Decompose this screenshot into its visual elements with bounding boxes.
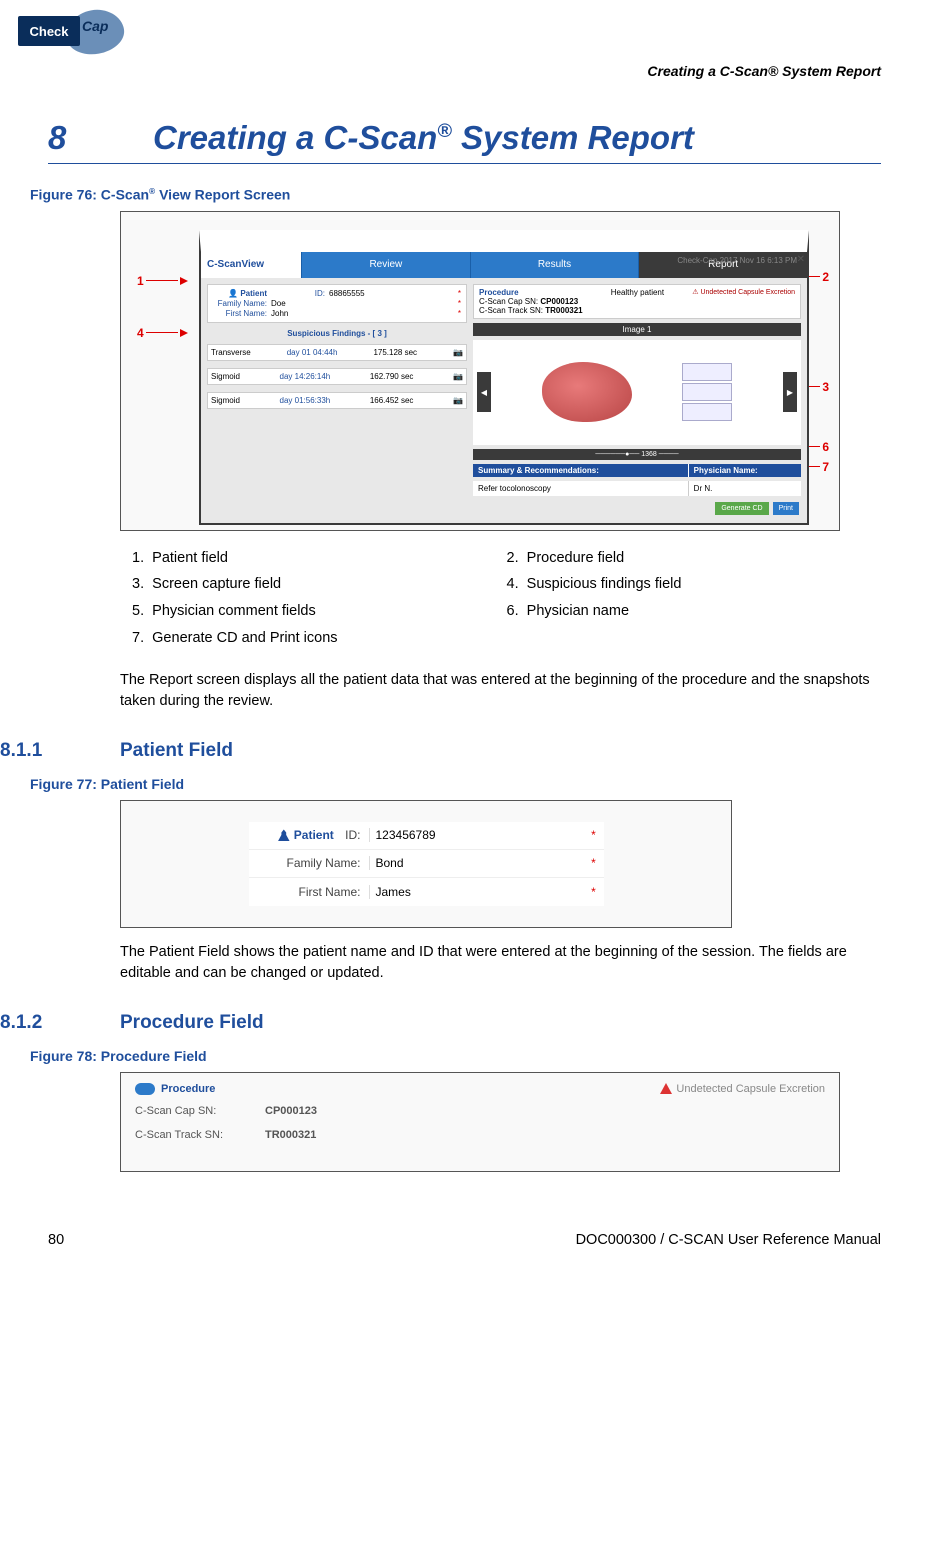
track-sn-label: C-Scan Track SN: xyxy=(135,1129,265,1141)
patient-id-field[interactable]: 68865555 xyxy=(329,289,454,298)
tab-review[interactable]: Review xyxy=(301,252,470,278)
page-number: 80 xyxy=(48,1232,64,1248)
callout-4: 4 xyxy=(137,326,188,340)
thumbnail[interactable] xyxy=(682,383,732,401)
report-screen-mock: Check-Cap 2017 Nov 16 6:13 PM ✕ C-ScanVi… xyxy=(199,230,809,525)
legend-item: 6. Physician name xyxy=(507,598,882,625)
summary-field[interactable]: Refer tocolonoscopy xyxy=(473,481,688,496)
capsule-icon xyxy=(135,1083,155,1095)
physician-name-field[interactable]: Dr N. xyxy=(688,481,801,496)
figure-78-caption: Figure 78: Procedure Field xyxy=(30,1048,881,1064)
figure-76-caption: Figure 76: C-Scan® View Report Screen xyxy=(30,186,881,203)
required-star: * xyxy=(584,828,604,842)
patient-card: 👤 PatientID:68865555* Family Name:Doe* F… xyxy=(207,284,467,323)
image-viewer: ◀ ▶ xyxy=(473,340,801,445)
cap-sn-label: C-Scan Cap SN: xyxy=(135,1105,265,1117)
print-button[interactable]: Print xyxy=(773,502,799,515)
patient-header: Patient ID: xyxy=(249,828,369,842)
figure-77: Patient ID:123456789* Family Name:Bond* … xyxy=(120,800,732,928)
chapter-text: Creating a C-Scan® System Report xyxy=(153,119,694,157)
first-name-input[interactable]: James xyxy=(369,885,584,899)
finding-row[interactable]: Transverseday 01 04:44h175.128 sec📷 xyxy=(207,344,467,361)
suspicious-findings-header: Suspicious Findings - [ 3 ] xyxy=(207,329,467,338)
procedure-header: Procedure xyxy=(135,1083,317,1095)
summary-body: Refer tocolonoscopyDr N. xyxy=(473,481,801,496)
legend-item: 3. Screen capture field xyxy=(132,571,507,598)
section-8-1-1-heading: 8.1.1Patient Field xyxy=(0,740,881,762)
section-8-1-2-heading: 8.1.2Procedure Field xyxy=(0,1012,881,1034)
timestamp: Check-Cap 2017 Nov 16 6:13 PM xyxy=(677,256,797,265)
chapter-title: 8 Creating a C-Scan® System Report xyxy=(48,119,881,164)
paragraph-1: The Report screen displays all the patie… xyxy=(120,670,881,712)
close-icon[interactable]: ✕ xyxy=(797,254,805,265)
capture-icon[interactable]: 📷 xyxy=(453,348,463,357)
logo-cap: Cap xyxy=(82,18,108,34)
brand-label: C-ScanView xyxy=(201,252,301,278)
family-name-field[interactable]: Doe xyxy=(271,299,454,308)
generate-cd-button[interactable]: Generate CD xyxy=(715,502,768,515)
legend-item: 7. Generate CD and Print icons xyxy=(132,625,507,652)
cap-sn-value: CP000123 xyxy=(265,1105,317,1117)
logo: Check Cap xyxy=(18,10,881,59)
first-name-label: First Name: xyxy=(249,885,369,899)
figure-78: Procedure C-Scan Cap SN:CP000123 C-Scan … xyxy=(120,1072,840,1172)
figure-76: 1 4 2 3 6 7 5 Check-Cap 2017 Nov 16 6:13… xyxy=(120,211,840,531)
required-star: * xyxy=(584,856,604,870)
patient-header: 👤 Patient xyxy=(213,289,267,298)
procedure-note: Healthy patient xyxy=(611,288,664,315)
person-icon xyxy=(278,829,290,841)
warning-box: Undetected Capsule Excretion xyxy=(660,1083,825,1095)
running-header: Creating a C-Scan® System Report xyxy=(48,63,881,79)
track-sn-value: TR000321 xyxy=(265,1129,316,1141)
capture-icon[interactable]: 📷 xyxy=(453,396,463,405)
finding-row[interactable]: Sigmoidday 14:26:14h162.790 sec📷 xyxy=(207,368,467,385)
doc-id: DOC000300 / C-SCAN User Reference Manual xyxy=(576,1232,881,1248)
legend-item: 4. Suspicious findings field xyxy=(507,571,882,598)
patient-id-input[interactable]: 123456789 xyxy=(369,828,584,842)
procedure-header: Procedure xyxy=(479,288,583,297)
paragraph-2: The Patient Field shows the patient name… xyxy=(120,942,881,984)
next-image-button[interactable]: ▶ xyxy=(783,372,797,412)
capture-icon[interactable]: 📷 xyxy=(453,372,463,381)
logo-check: Check xyxy=(18,16,80,46)
family-name-label: Family Name: xyxy=(249,856,369,870)
slider-bar[interactable]: ──────●── 1368 ──── xyxy=(473,449,801,460)
thumbnail[interactable] xyxy=(682,363,732,381)
callout-1: 1 xyxy=(137,274,188,288)
chapter-number: 8 xyxy=(48,119,153,157)
family-name-input[interactable]: Bond xyxy=(369,856,584,870)
required-star: * xyxy=(584,885,604,899)
first-name-field[interactable]: John xyxy=(271,309,454,318)
image-header: Image 1 xyxy=(473,323,801,336)
finding-row[interactable]: Sigmoidday 01:56:33h166.452 sec📷 xyxy=(207,392,467,409)
warning-icon xyxy=(660,1083,672,1094)
thumbnail[interactable] xyxy=(682,403,732,421)
legend-item: 5. Physician comment fields xyxy=(132,598,507,625)
figure-77-caption: Figure 77: Patient Field xyxy=(30,776,881,792)
legend-item: 1. Patient field xyxy=(132,545,507,572)
page-footer: 80 DOC000300 / C-SCAN User Reference Man… xyxy=(48,1232,881,1248)
prev-image-button[interactable]: ◀ xyxy=(477,372,491,412)
warning-label: ⚠ Undetected Capsule Excretion xyxy=(692,288,795,315)
summary-header-bar: Summary & Recommendations:Physician Name… xyxy=(473,464,801,477)
scan-image xyxy=(542,362,632,422)
tab-results[interactable]: Results xyxy=(470,252,639,278)
figure-76-legend: 1. Patient field 3. Screen capture field… xyxy=(132,545,881,652)
procedure-card: Procedure C-Scan Cap SN: CP000123 C-Scan… xyxy=(473,284,801,319)
legend-item: 2. Procedure field xyxy=(507,545,882,572)
